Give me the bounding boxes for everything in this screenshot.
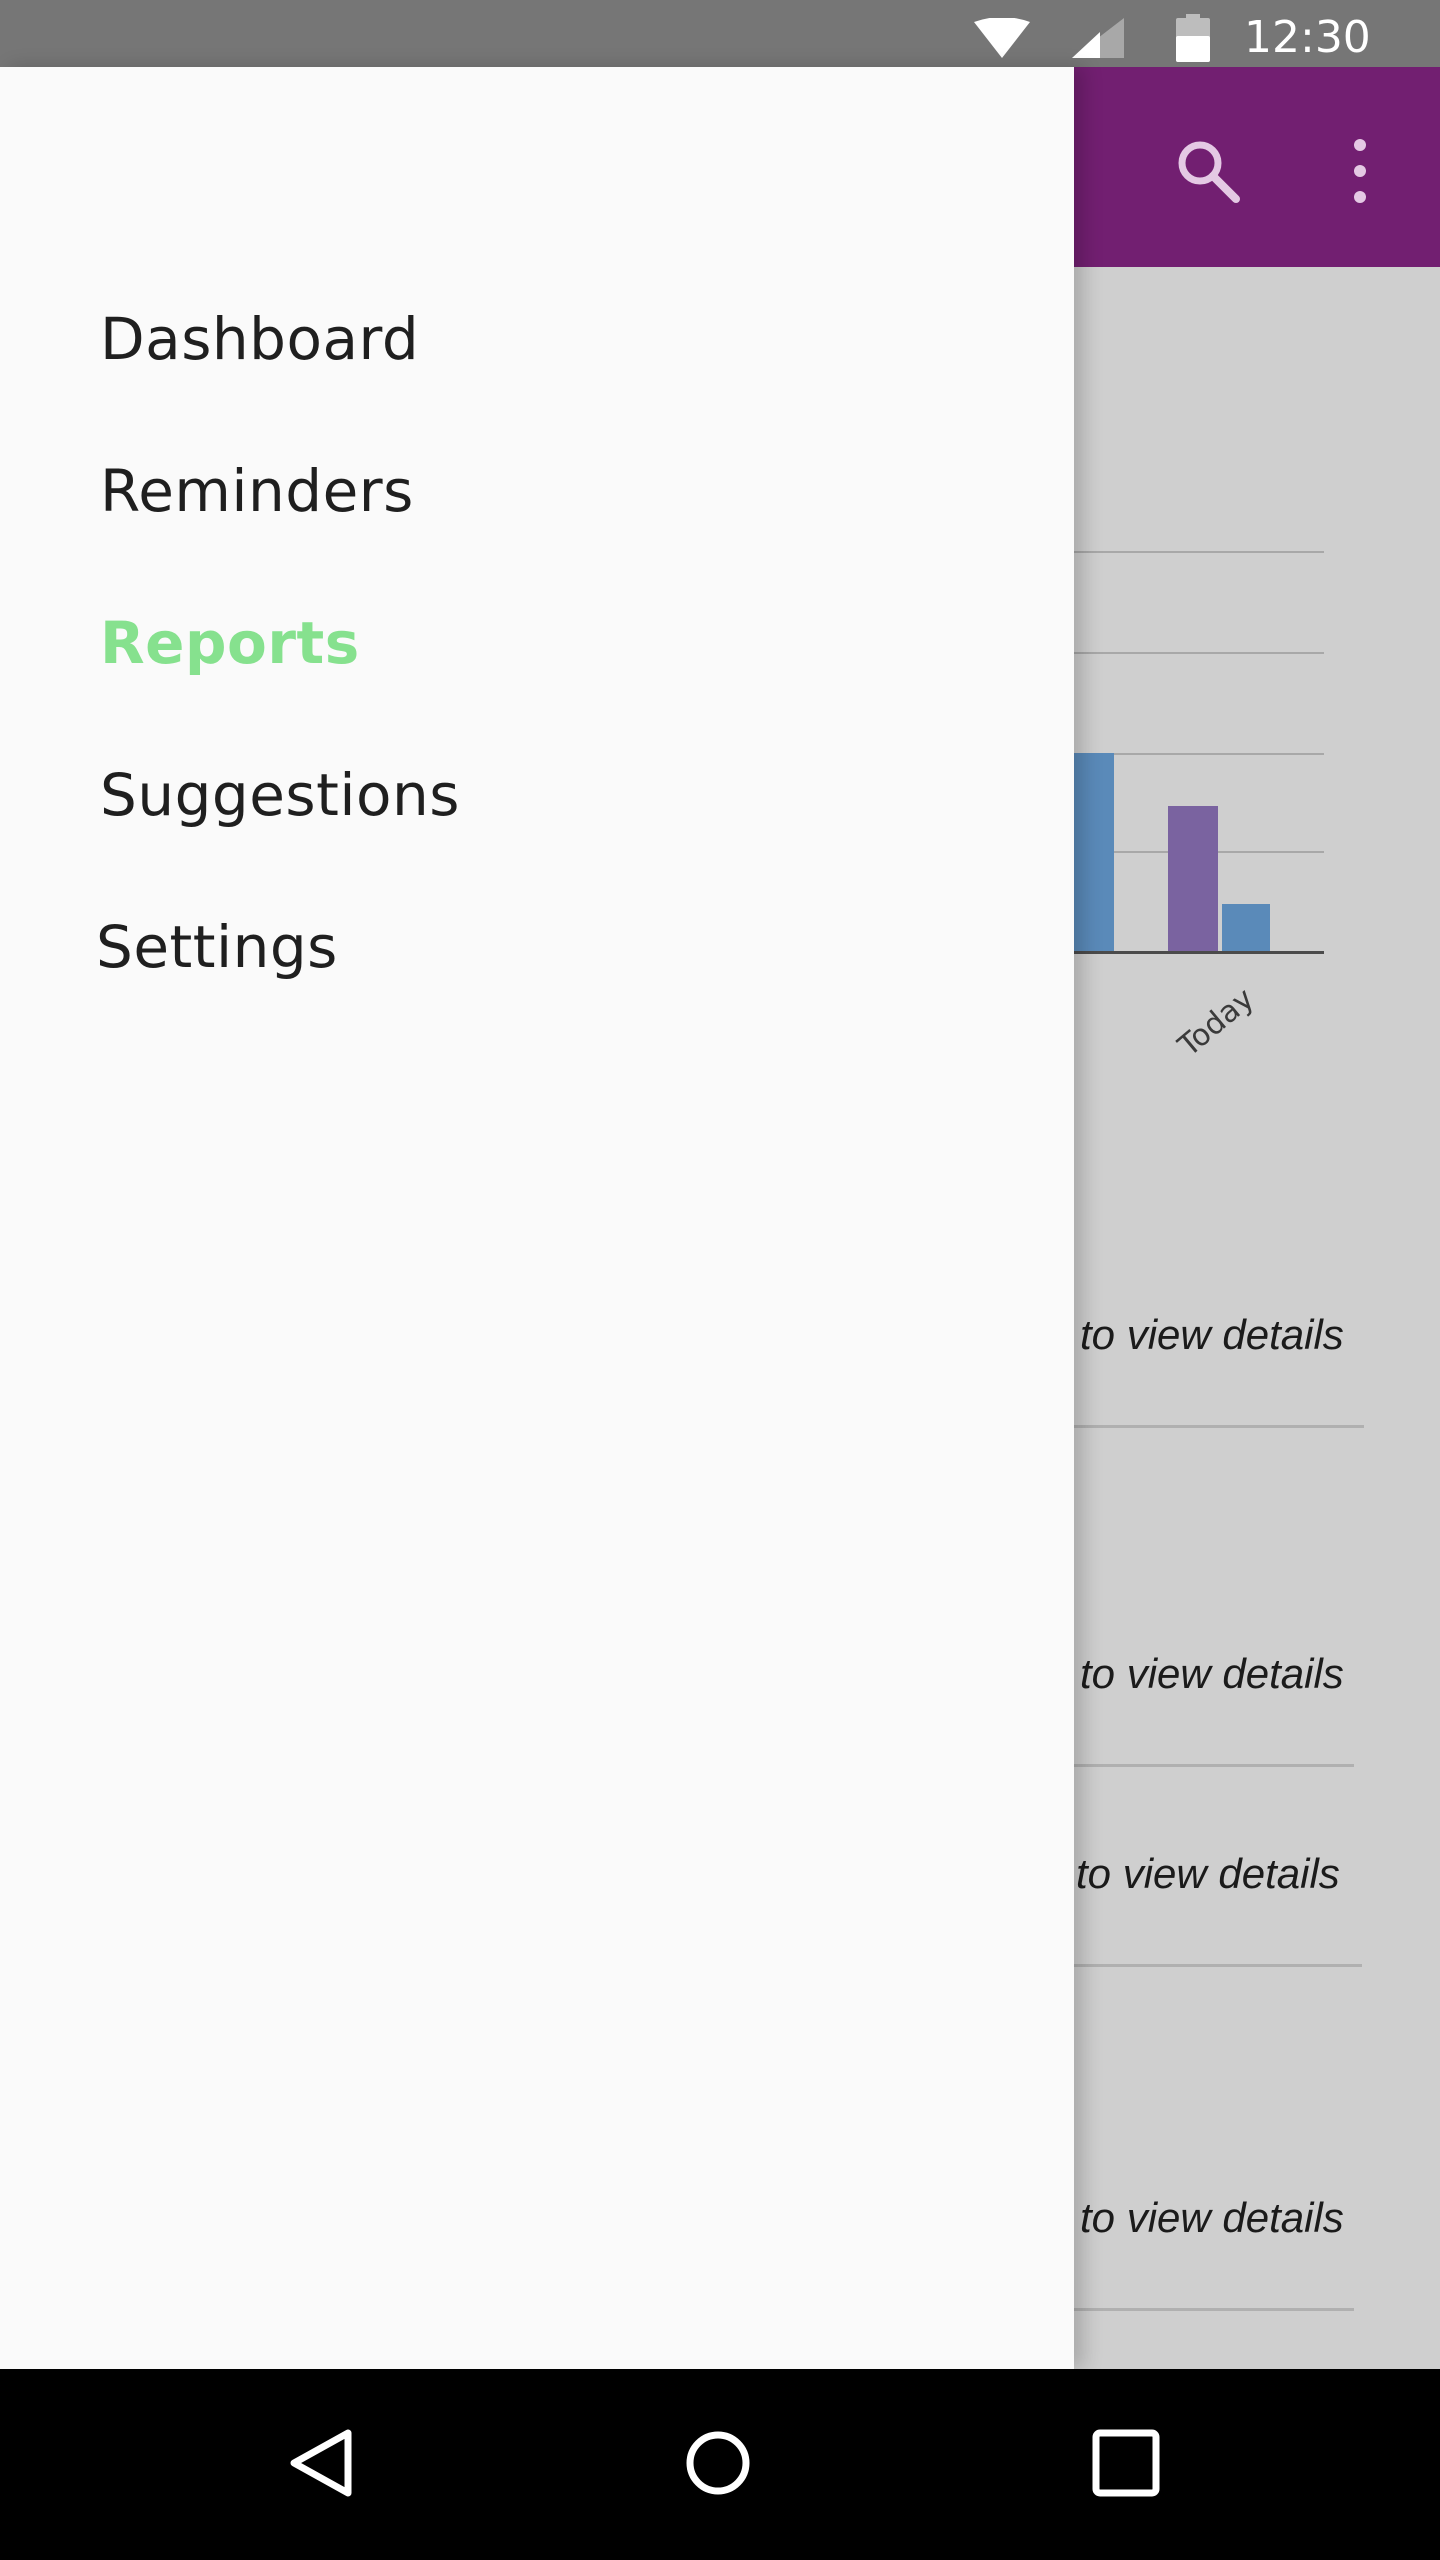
chart-tick-label: Today [1172,981,1261,1064]
chart-axis [1074,951,1324,954]
recents-icon[interactable] [1084,2421,1168,2505]
drawer-item-suggestions[interactable]: Suggestions [100,761,460,829]
wifi-icon [972,17,1032,62]
navigation-drawer: Dashboard Reminders Reports Suggestions … [0,67,1074,2369]
system-nav-bar [0,2369,1440,2560]
view-details-link[interactable]: to view details [1076,1850,1340,1898]
row-divider [1074,2308,1354,2311]
row-divider [1074,1425,1364,1428]
chart-gridline [1074,652,1324,654]
chart-bar [1222,904,1270,951]
chart-bar [1074,753,1114,951]
search-icon[interactable] [1172,135,1244,207]
drawer-item-reminders[interactable]: Reminders [100,457,414,525]
clock-time: 12:30 [1244,12,1371,63]
view-details-link[interactable]: to view details [1080,2194,1344,2242]
row-divider [1074,1964,1362,1967]
view-details-link[interactable]: to view details [1080,1650,1344,1698]
cell-signal-icon [1072,18,1124,62]
drawer-item-settings[interactable]: Settings [96,913,338,981]
status-bar: 12:30 [0,0,1440,67]
drawer-item-dashboard[interactable]: Dashboard [100,305,419,373]
view-details-link[interactable]: to view details [1080,1311,1344,1359]
back-icon[interactable] [282,2421,366,2505]
drawer-item-reports[interactable]: Reports [100,609,360,677]
more-vert-icon[interactable] [1336,135,1384,207]
chart-gridline [1074,551,1324,553]
row-divider [1074,1764,1354,1767]
home-icon[interactable] [676,2421,760,2505]
battery-icon [1176,14,1210,66]
chart-bar [1168,806,1218,951]
